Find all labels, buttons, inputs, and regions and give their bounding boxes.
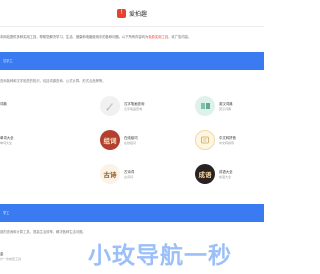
tool-tile-gold[interactable]: 金 计一次向查工具 <box>0 246 50 266</box>
section-description: 查询各种和汉字相关的知识，包括词源查询、公式计算、形式点品等等。 <box>0 79 106 83</box>
tool-name: 汉字笔画查询 <box>124 102 145 106</box>
tool-tile-online-word-group[interactable]: 组词 在线组词 在线组词 <box>100 130 166 150</box>
site-intro: 本网站提供多种实用工具，帮助您解决学习、生活、健康和电脑使用中的各种问题。以下所… <box>0 34 264 40</box>
tool-tile-stroke-lookup[interactable]: 汉字笔画查询 汉字笔画查询 <box>100 96 166 116</box>
tool-tile-en-cn-dictionary[interactable]: 英汉词典 英汉词典 <box>195 96 261 116</box>
idiom-icon: 成语 <box>195 164 215 184</box>
watermark-text: 小玫导航一秒 <box>88 242 232 268</box>
tool-tile-word-collection[interactable]: 单词大全 单词大全 <box>0 130 40 150</box>
tool-subtitle: 古诗词 <box>124 175 134 179</box>
intro-text: 本网站提供多种实用工具，帮助您解决学习、生活、健康和电脑使用中的各种问题。以下所… <box>0 35 149 39</box>
section-title: 学工 <box>3 211 10 215</box>
tool-subtitle: 成语大全 <box>219 175 232 179</box>
tool-subtitle: 单词大全 <box>0 141 13 145</box>
tool-name: 词典 <box>0 102 7 106</box>
section-title: 汉字工 <box>3 59 13 63</box>
site-logo-icon[interactable]: ! <box>116 8 126 18</box>
tool-name: 中文转拼音 <box>219 136 236 140</box>
tool-tile-idioms[interactable]: 成语 成语大全 成语大全 <box>195 164 261 184</box>
tool-tile-unnamed[interactable] <box>0 164 40 184</box>
tool-name: 金 <box>0 252 4 256</box>
tool-subtitle: 英汉词典 <box>219 107 232 111</box>
pinyin-icon <box>195 130 215 150</box>
tool-name: 英汉词典 <box>219 102 233 106</box>
tool-subtitle: 中文转拼音 <box>219 141 235 145</box>
tool-subtitle: 在线组词 <box>124 141 137 145</box>
section-description: 部的查询和计算工具，提高生活效率，解决各种生活问题。 <box>0 230 86 234</box>
intro-tail: ，欢广告内容。 <box>168 35 192 39</box>
tool-subtitle: 汉字笔画查询 <box>124 107 143 111</box>
site-header: ! 爱拍趣 <box>0 0 264 26</box>
intro-highlight: 免费实用工具 <box>148 35 169 39</box>
tool-tile-dictionary[interactable]: 词典 <box>0 96 40 116</box>
tool-name: 单词大全 <box>0 136 14 140</box>
tool-tile-pinyin-converter[interactable]: 中文转拼音 中文转拼音 <box>195 130 261 150</box>
tool-tile-ancient-poems[interactable]: 古诗 古诗词 古诗词 <box>100 164 166 184</box>
site-name[interactable]: 爱拍趣 <box>129 9 147 18</box>
tool-name: 成语大全 <box>219 170 233 174</box>
section-bar-life-tools: 学工 <box>0 204 264 222</box>
word-group-icon: 组词 <box>100 130 120 150</box>
book-icon <box>195 96 215 116</box>
tool-name: 古诗词 <box>124 170 135 174</box>
tool-name: 在线组词 <box>124 136 138 140</box>
ancient-poem-icon: 古诗 <box>100 164 120 184</box>
brush-icon <box>100 96 120 116</box>
tool-subtitle: 计一次向查工具 <box>0 257 22 261</box>
header-divider <box>0 26 264 27</box>
section-bar-chinese-tools: 汉字工 <box>0 52 264 70</box>
